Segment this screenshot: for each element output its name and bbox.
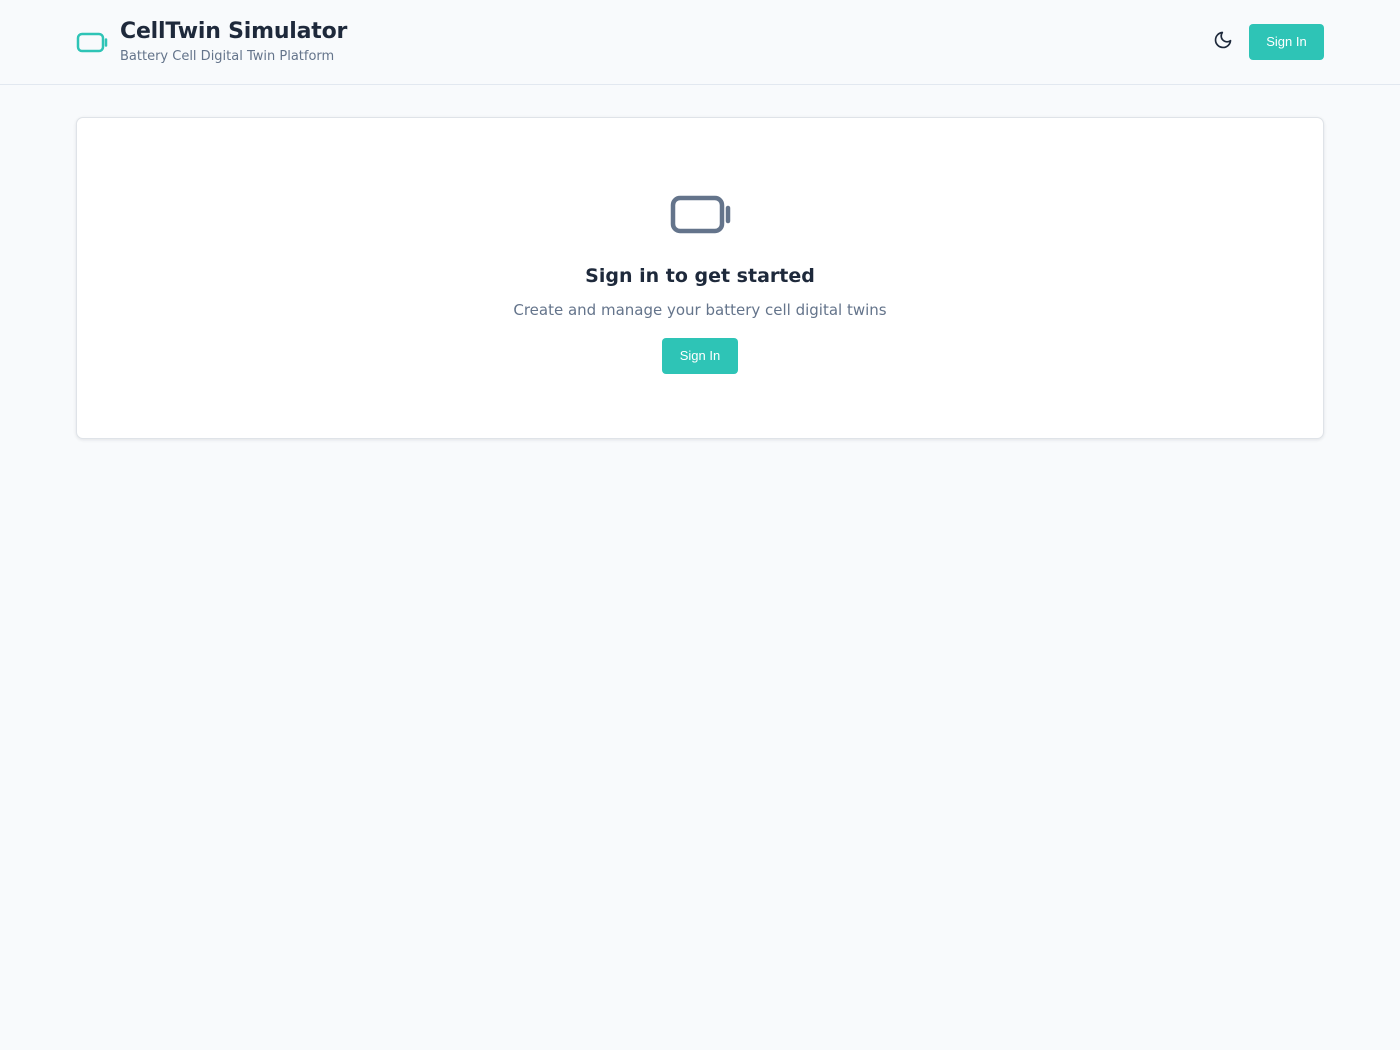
battery-icon [76,32,108,54]
battery-icon [670,195,732,235]
sign-in-card: Sign in to get started Create and manage… [76,117,1324,439]
card-title: Sign in to get started [585,265,815,287]
theme-toggle-button[interactable] [1208,28,1238,56]
app-subtitle: Battery Cell Digital Twin Platform [120,49,335,64]
header-sign-in-button[interactable]: Sign In [1249,24,1324,60]
app-title: CellTwin Simulator [120,19,348,44]
card-sign-in-button[interactable]: Sign In [662,338,738,374]
card-description: Create and manage your battery cell digi… [513,301,887,319]
app-header: CellTwin Simulator Battery Cell Digital … [0,0,1400,85]
brand-text: CellTwin Simulator Battery Cell Digital … [120,18,347,66]
moon-icon [1213,30,1233,54]
brand: CellTwin Simulator Battery Cell Digital … [76,18,347,66]
